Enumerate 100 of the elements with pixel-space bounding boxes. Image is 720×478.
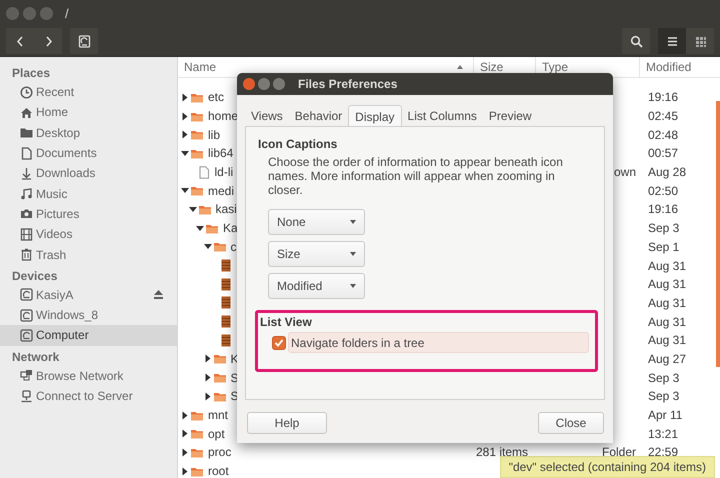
folder-icon: [212, 352, 226, 366]
sidebar-item[interactable]: Documents: [0, 142, 177, 164]
file-type: own: [614, 165, 636, 180]
expander-arrow-icon[interactable]: [204, 352, 212, 366]
modified-time: 02:48: [648, 128, 678, 142]
section-title: List View: [260, 315, 312, 329]
maximize-button[interactable]: [273, 78, 285, 90]
file-icon: [196, 166, 210, 179]
drive-icon: [78, 34, 90, 48]
tab[interactable]: List Columns: [402, 105, 483, 126]
film-icon: [20, 228, 33, 241]
drive-icon: [20, 328, 33, 342]
modified-time: 00:57: [648, 146, 678, 160]
list-view-button[interactable]: [658, 28, 686, 54]
sidebar-item[interactable]: Videos: [0, 224, 177, 244]
sidebar-item[interactable]: Browse Network: [0, 366, 177, 386]
minimize-button[interactable]: [258, 78, 270, 90]
sidebar-heading: Places: [11, 65, 52, 82]
modified-time: 19:16: [648, 90, 678, 104]
modified-time: Aug 31: [648, 296, 686, 310]
expander-arrow-icon[interactable]: [204, 371, 212, 384]
file-name: Ka: [223, 221, 238, 236]
modified-time: 02:45: [648, 109, 678, 124]
sidebar-item[interactable]: Music: [0, 183, 177, 204]
music-icon: [20, 187, 33, 200]
description-text: Choose the order of information to appear beneath icon names. More information will appear when zooming in closer.: [268, 155, 564, 197]
back-button[interactable]: [6, 28, 34, 54]
sidebar-item[interactable]: Computer: [0, 325, 177, 346]
file-name: home: [208, 109, 238, 124]
option-label[interactable]: Navigate folders in a tree: [288, 332, 589, 353]
expander-arrow-icon[interactable]: [181, 128, 189, 142]
dialog-title: Files Preferences: [298, 77, 398, 91]
file-name: kasi: [216, 202, 237, 216]
modified-time: Sep 3: [648, 221, 680, 236]
caption-dropdown[interactable]: Size: [268, 241, 365, 267]
file-name: ld-li: [214, 165, 234, 180]
dialog-button[interactable]: Help: [247, 412, 327, 434]
download-icon: [20, 166, 33, 180]
file-name: root: [208, 464, 229, 478]
sidebar-heading: Network: [11, 348, 60, 366]
folder-icon: [20, 126, 33, 140]
sidebar-heading: Devices: [11, 268, 58, 285]
sidebar-item[interactable]: Trash: [0, 244, 177, 265]
file-name: etc: [208, 90, 224, 104]
expander-arrow-icon[interactable]: [181, 90, 189, 104]
search-button[interactable]: [622, 28, 650, 54]
sidebar-item[interactable]: Downloads: [0, 163, 177, 184]
film-icon: [219, 334, 233, 347]
file-name: medi: [208, 184, 234, 198]
eject-icon[interactable]: [152, 288, 165, 302]
tab[interactable]: Views: [245, 105, 289, 126]
expander-arrow-icon[interactable]: [181, 110, 189, 123]
file-name: opt: [208, 426, 225, 441]
modified-time: 13:21: [648, 426, 678, 441]
film-icon: [219, 278, 233, 291]
modified-time: 19:16: [648, 202, 678, 216]
folder-icon: [190, 427, 204, 440]
home-icon: [20, 106, 33, 119]
sidebar-item[interactable]: KasiyA: [0, 284, 177, 305]
sidebar-item[interactable]: Pictures: [0, 204, 177, 224]
document-icon: [20, 146, 33, 160]
expander-arrow-icon[interactable]: [181, 408, 189, 422]
modified-time: Aug 27: [648, 352, 686, 366]
expander-arrow-icon[interactable]: [181, 427, 189, 440]
modified-time: Aug 31: [648, 333, 686, 348]
caret-icon: [350, 252, 356, 256]
folder-icon: [190, 184, 204, 198]
drive-icon: [20, 288, 33, 302]
clock-icon: [20, 86, 33, 99]
caption-dropdown[interactable]: None: [268, 209, 365, 235]
expander-arrow-icon[interactable]: [181, 446, 189, 459]
grid-view-button[interactable]: [686, 28, 714, 54]
tab[interactable]: Preview: [482, 105, 538, 126]
sidebar-item[interactable]: Desktop: [0, 122, 177, 143]
film-icon: [219, 315, 233, 328]
folder-icon: [212, 371, 226, 384]
expander-arrow-icon[interactable]: [204, 390, 212, 403]
sidebar-item[interactable]: Home: [0, 102, 177, 123]
film-icon: [219, 259, 233, 272]
column-header[interactable]: Modified: [640, 57, 720, 77]
expander-arrow-icon[interactable]: [181, 464, 189, 478]
close-button[interactable]: [243, 78, 255, 90]
caption-dropdown[interactable]: Modified: [268, 273, 365, 299]
location-button[interactable]: [70, 28, 98, 54]
sidebar-item[interactable]: Recent: [0, 82, 177, 102]
window-title: /: [65, 6, 69, 20]
file-name: lib64: [208, 146, 234, 160]
tab[interactable]: Behavior: [288, 105, 348, 126]
tab[interactable]: Display: [348, 105, 402, 126]
modified-time: Sep 1: [648, 240, 680, 254]
file-name: c: [230, 240, 236, 254]
file-name: lib: [208, 128, 220, 142]
dialog-button[interactable]: Close: [538, 412, 604, 434]
checkbox[interactable]: [272, 336, 286, 350]
modified-time: 02:50: [648, 184, 678, 198]
drive-icon: [20, 308, 33, 322]
sidebar-item[interactable]: Connect to Server: [0, 386, 177, 406]
forward-button[interactable]: [34, 28, 62, 54]
server-icon: [20, 390, 33, 402]
sidebar-item[interactable]: Windows_8: [0, 304, 177, 326]
